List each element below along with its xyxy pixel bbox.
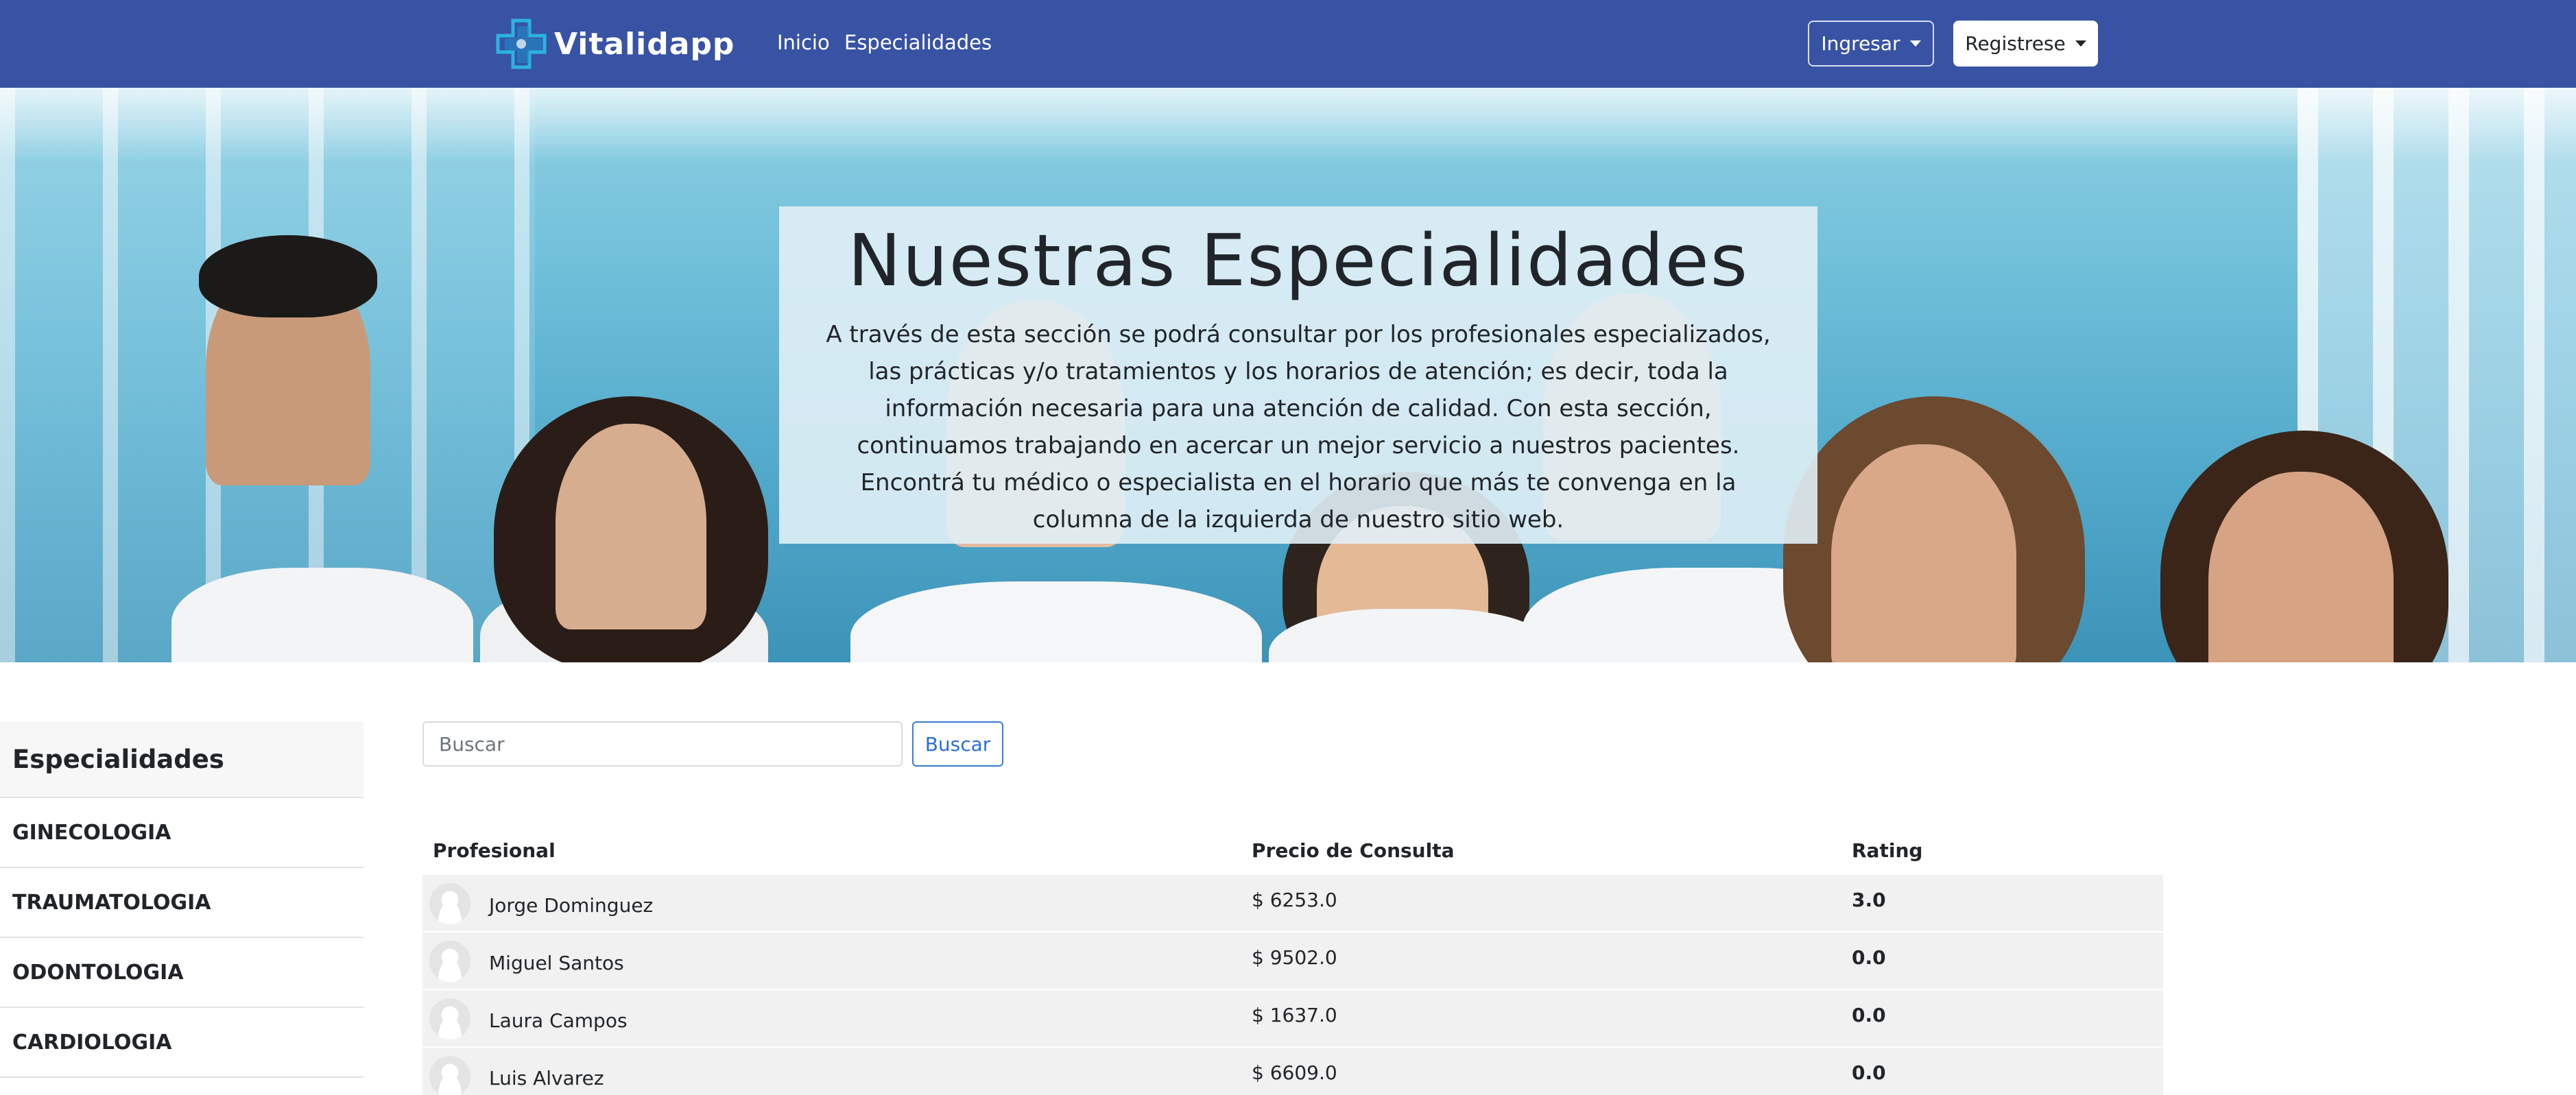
- chevron-down-icon: [1909, 40, 1921, 47]
- hero-background-ceiling: [0, 88, 2576, 163]
- column-header-profesional: Profesional: [433, 839, 556, 862]
- sidebar-title: Especialidades: [0, 721, 363, 798]
- avatar-icon: [429, 883, 470, 924]
- search-input[interactable]: [422, 721, 903, 767]
- nav-link-inicio[interactable]: Inicio: [777, 27, 830, 58]
- ingresar-label: Ingresar: [1821, 32, 1900, 55]
- avatar-icon: [429, 998, 470, 1039]
- rating-value: 0.0: [1852, 1004, 1886, 1026]
- page-title: Nuestras Especialidades: [848, 219, 1749, 302]
- sidebar-item-traumatologia[interactable]: TRAUMATOLOGIA: [0, 868, 363, 938]
- avatar-icon: [429, 1056, 470, 1095]
- registrese-label: Registrese: [1965, 32, 2066, 55]
- rating-value: 0.0: [1852, 946, 1886, 969]
- professional-name[interactable]: Laura Campos: [489, 1009, 628, 1032]
- professional-name[interactable]: Luis Alvarez: [489, 1067, 604, 1090]
- nav-link-especialidades[interactable]: Especialidades: [844, 27, 992, 58]
- hero-description: A través de esta sección se podrá consul…: [826, 321, 1771, 533]
- hero-text-card: Nuestras Especialidades A través de esta…: [779, 206, 1817, 544]
- cross-logo-icon: [496, 19, 547, 69]
- consultation-price: $ 6253.0: [1252, 889, 1337, 911]
- sidebar-item-ginecologia[interactable]: GINECOLOGIA: [0, 798, 363, 868]
- rating-value: 3.0: [1852, 889, 1886, 911]
- avatar-icon: [429, 941, 470, 982]
- table-row[interactable]: Jorge Dominguez $ 6253.0 3.0: [422, 875, 2163, 932]
- registrese-dropdown-button[interactable]: Registrese: [1953, 21, 2098, 67]
- table-row[interactable]: Miguel Santos $ 9502.0 0.0: [422, 932, 2163, 990]
- sidebar-item-odontologia[interactable]: ODONTOLOGIA: [0, 938, 363, 1008]
- hero-banner: Nuestras Especialidades A través de esta…: [0, 88, 2576, 662]
- table-row[interactable]: Luis Alvarez $ 6609.0 0.0: [422, 1048, 2163, 1095]
- professional-name[interactable]: Miguel Santos: [489, 952, 624, 974]
- ingresar-dropdown-button[interactable]: Ingresar: [1808, 21, 1934, 67]
- consultation-price: $ 6609.0: [1252, 1061, 1337, 1084]
- column-header-rating: Rating: [1852, 839, 1923, 862]
- rating-value: 0.0: [1852, 1061, 1886, 1084]
- column-header-precio: Precio de Consulta: [1252, 839, 1455, 862]
- chevron-down-icon: [2075, 40, 2086, 47]
- top-navbar: Vitalidapp Inicio Especialidades Ingresa…: [0, 0, 2576, 88]
- table-row[interactable]: Laura Campos $ 1637.0 0.0: [422, 990, 2163, 1048]
- sidebar-item-cardiologia[interactable]: CARDIOLOGIA: [0, 1008, 363, 1078]
- consultation-price: $ 1637.0: [1252, 1004, 1337, 1026]
- professionals-table: Profesional Precio de Consulta Rating Jo…: [422, 826, 2163, 1095]
- brand-link[interactable]: Vitalidapp: [495, 15, 735, 73]
- professional-name[interactable]: Jorge Dominguez: [489, 894, 653, 917]
- specialties-sidebar: Especialidades GINECOLOGIA TRAUMATOLOGIA…: [0, 721, 363, 1078]
- brand-name: Vitalidapp: [554, 26, 735, 62]
- table-header: Profesional Precio de Consulta Rating: [422, 826, 2163, 875]
- search-button[interactable]: Buscar: [912, 721, 1003, 767]
- consultation-price: $ 9502.0: [1252, 946, 1337, 969]
